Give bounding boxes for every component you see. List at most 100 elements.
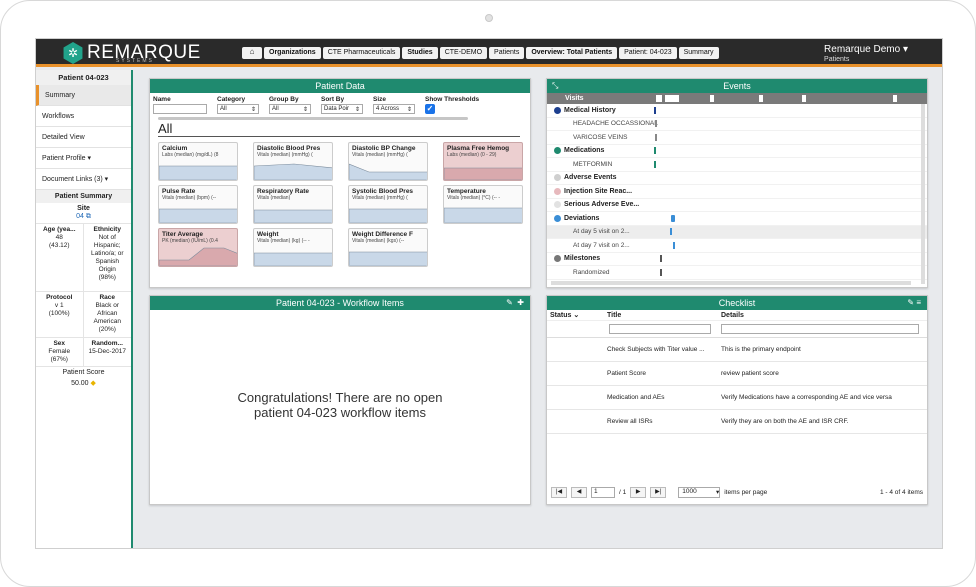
next-page-button[interactable]: ▶ <box>630 487 647 498</box>
breadcrumb-summary[interactable]: Summary <box>678 47 719 59</box>
visit-marker[interactable] <box>893 95 897 102</box>
user-menu[interactable]: Remarque Demo ▾ Patients <box>824 44 908 63</box>
patient-score-value: 50.00 <box>71 380 89 387</box>
event-marker[interactable] <box>655 120 657 128</box>
sidebar-item-workflows[interactable]: Workflows <box>36 106 131 127</box>
event-row[interactable]: METFORMIN <box>547 158 927 172</box>
event-row[interactable]: HEADACHE OCCASSIONAL <box>547 118 927 131</box>
title-filter-input[interactable] <box>609 324 711 334</box>
sidebar-item-detailed-view[interactable]: Detailed View <box>36 127 131 148</box>
event-row[interactable]: Medical History <box>547 104 927 118</box>
card-title: Pulse Rate <box>162 188 196 195</box>
name-filter-input[interactable] <box>153 104 207 114</box>
horizontal-scrollbar[interactable] <box>551 281 911 285</box>
expand-icon[interactable]: ⤡ <box>552 79 558 93</box>
data-card[interactable]: Diastolic BP Change Vitals (median) (mmHg… <box>348 142 428 181</box>
details-filter-input[interactable] <box>721 324 919 334</box>
site-value[interactable]: 04 <box>76 213 84 220</box>
event-label: At day 7 visit on 2... <box>573 241 630 249</box>
event-row[interactable]: VARICOSE VEINS <box>547 131 927 145</box>
table-row[interactable]: Patient Score review patient score <box>547 362 927 386</box>
show-thresholds-checkbox[interactable]: ✓ <box>425 104 435 114</box>
data-card[interactable]: Diastolic Blood Pres Vitals (median) (mmH… <box>253 142 333 181</box>
breadcrumb-patient[interactable]: Patient: 04-023 <box>619 47 677 59</box>
logo[interactable]: ✲ REMARQUE SYSTEMS <box>62 41 201 65</box>
event-row[interactable]: Serious Adverse Eve... <box>547 199 927 212</box>
data-card[interactable]: Respiratory Rate Vitals (median) <box>253 185 333 224</box>
pencil-icon[interactable]: ✎ <box>506 298 513 307</box>
per-page-select[interactable]: 1000 ▾ <box>678 487 721 498</box>
event-label: HEADACHE OCCASSIONAL <box>573 120 658 128</box>
breadcrumb-organizations[interactable]: Organizations <box>264 47 321 59</box>
sidebar-item-summary[interactable]: Summary <box>36 85 131 106</box>
visit-marker[interactable] <box>710 95 714 102</box>
breadcrumb-patients[interactable]: Patients <box>489 47 525 59</box>
home-icon[interactable]: ⌂ <box>242 47 262 59</box>
sidebar-item-patient-profile[interactable]: Patient Profile ▾ <box>36 148 131 169</box>
col-title[interactable]: Title <box>605 312 719 319</box>
data-card[interactable]: Systolic Blood Pres Vitals (median) (mmHg… <box>348 185 428 224</box>
groupby-select[interactable]: All ⇕ <box>269 104 311 114</box>
col-status[interactable]: Status ⌄ <box>547 311 605 319</box>
plus-icon[interactable]: ✚ <box>517 298 524 307</box>
breadcrumb-studies[interactable]: Studies <box>402 47 438 59</box>
last-page-button[interactable]: ▶| <box>650 487 667 498</box>
event-marker[interactable] <box>654 147 656 155</box>
breadcrumb-overview[interactable]: Overview: Total Patients <box>526 47 618 59</box>
visit-marker[interactable] <box>802 95 806 102</box>
items-count: 1 - 4 of 4 items <box>880 489 923 496</box>
event-row[interactable]: At day 7 visit on 2... <box>547 239 927 253</box>
category-select[interactable]: All ⇕ <box>217 104 259 114</box>
col-details[interactable]: Details <box>719 312 919 319</box>
checklist-header-row: Status ⌄ Title Details <box>547 310 927 321</box>
prev-page-button[interactable]: ◀ <box>571 487 587 498</box>
event-row[interactable]: Randomized <box>547 266 927 280</box>
data-card[interactable]: Titer Average PK (median) (IU/mL) (0.4 <box>158 228 238 267</box>
event-marker[interactable] <box>671 214 675 222</box>
data-card[interactable]: Calcium Labs (median) (mg/dL) (8 <box>158 142 238 181</box>
event-marker[interactable] <box>660 255 662 263</box>
sortby-select[interactable]: Data Poir ⇕ <box>321 104 363 114</box>
event-row[interactable]: Injection Site Reac... <box>547 185 927 199</box>
vertical-scrollbar[interactable] <box>921 104 925 284</box>
col-status-label: Status <box>550 312 572 319</box>
event-marker[interactable] <box>654 106 656 114</box>
event-marker[interactable] <box>670 228 672 236</box>
event-marker[interactable] <box>654 160 656 168</box>
event-row[interactable]: Adverse Events <box>547 172 927 185</box>
user-context: Patients <box>824 56 850 63</box>
data-card[interactable]: Weight Vitals (median) (kg) (-- - <box>253 228 333 267</box>
page-input[interactable]: 1 <box>591 487 615 498</box>
breadcrumb-study[interactable]: CTE-DEMO <box>439 47 488 59</box>
event-row[interactable]: At day 5 visit on 2... <box>547 225 927 239</box>
sortby-label: Sort By <box>321 96 345 103</box>
visit-marker[interactable] <box>656 95 662 102</box>
data-card[interactable]: Temperature Vitals (median) (°C) (-- - <box>443 185 523 224</box>
event-row[interactable]: Deviations <box>547 212 927 226</box>
table-row[interactable]: Review all ISRs Verify they are on both t… <box>547 410 927 434</box>
event-marker[interactable] <box>673 241 675 249</box>
visit-marker[interactable] <box>759 95 763 102</box>
pencil-icon[interactable]: ✎ <box>907 298 914 307</box>
size-select[interactable]: 4 Across ⇕ <box>373 104 415 114</box>
event-label: METFORMIN <box>573 160 613 168</box>
checklist-panel: Checklist ✎ ≡ Status ⌄ Title Details Che… <box>546 295 928 505</box>
breadcrumb-organization[interactable]: CTE Pharmaceuticals <box>322 47 401 59</box>
event-row[interactable]: Medications <box>547 145 927 158</box>
external-link-icon[interactable]: ⧉ <box>86 213 91 220</box>
table-row[interactable]: Medication and AEs Verify Medications hav… <box>547 386 927 410</box>
horizontal-scrollbar[interactable] <box>158 117 468 120</box>
event-row[interactable]: Milestones <box>547 253 927 266</box>
data-card[interactable]: Weight Difference F Vitals (median) (kgs)… <box>348 228 428 267</box>
age-note: (43.12) <box>48 242 70 249</box>
card-title: Weight Difference F <box>352 231 413 238</box>
sidebar-item-document-links[interactable]: Document Links (3) ▾ <box>36 169 131 190</box>
data-card[interactable]: Plasma Free Hemog Labs (median) (0 - 29) <box>443 142 523 181</box>
data-card[interactable]: Pulse Rate Vitals (median) (bpm) (-- <box>158 185 238 224</box>
table-row[interactable]: Check Subjects with Titer value ... This … <box>547 338 927 362</box>
event-marker[interactable] <box>655 133 657 141</box>
first-page-button[interactable]: |◀ <box>551 487 567 498</box>
visit-marker[interactable] <box>665 95 679 102</box>
event-marker[interactable] <box>660 268 662 276</box>
menu-icon[interactable]: ≡ <box>916 298 921 307</box>
